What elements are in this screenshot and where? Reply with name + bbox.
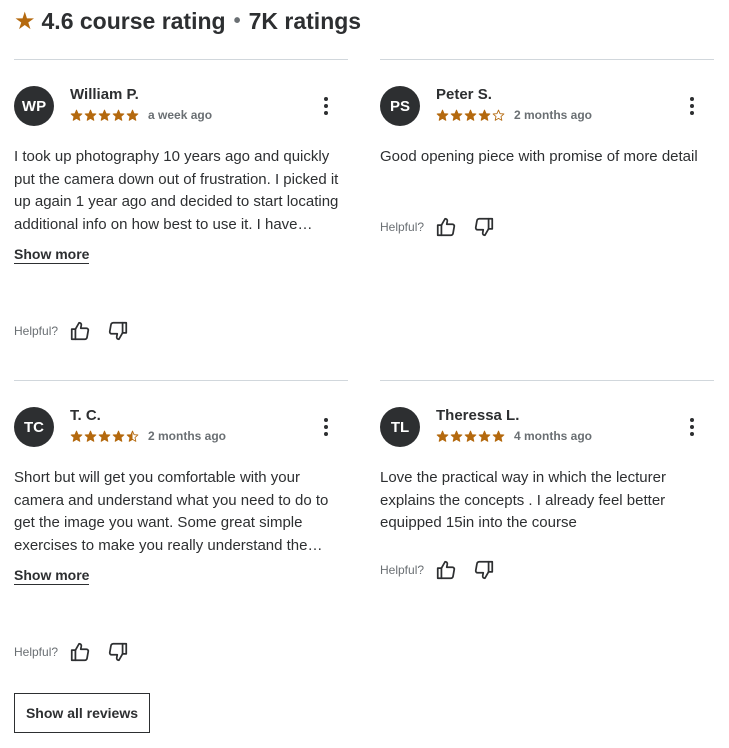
star-icon [478, 109, 491, 121]
more-options-icon[interactable] [682, 96, 702, 116]
reviewer-name: Peter S. [436, 86, 492, 103]
star-rating [436, 430, 506, 443]
thumbs-down-icon[interactable] [106, 640, 130, 664]
course-rating-header: ★ 4.6 course rating • 7K ratings [14, 6, 361, 36]
show-all-reviews-button[interactable]: Show all reviews [14, 693, 150, 733]
show-more-button[interactable]: Show more [14, 246, 90, 265]
review-card: TC T. C. 2 months ago Short but will get… [14, 380, 348, 680]
star-icon [464, 430, 477, 442]
helpful-label: Helpful? [14, 324, 59, 338]
review-date: 2 months ago [514, 108, 593, 122]
more-options-icon[interactable] [316, 96, 336, 116]
review-text: Good opening piece with promise of more … [380, 148, 698, 165]
star-icon [112, 109, 125, 121]
avatar: WP [14, 86, 54, 126]
star-icon [492, 430, 505, 442]
review-card: TL Theressa L. 4 months ago Love the pra… [380, 380, 714, 680]
avatar: TL [380, 407, 420, 447]
avatar: PS [380, 86, 420, 126]
star-icon [70, 109, 83, 121]
star-icon [98, 109, 111, 121]
helpful-label: Helpful? [380, 563, 425, 577]
helpful-row: Helpful? [14, 319, 144, 343]
star-icon [436, 109, 449, 121]
star-icon [126, 109, 139, 121]
star-rating [436, 109, 506, 122]
thumbs-up-icon[interactable] [434, 215, 458, 239]
show-more-button[interactable]: Show more [14, 567, 90, 586]
review-text: I took up photography 10 years ago and q… [14, 148, 339, 233]
thumbs-down-icon[interactable] [472, 558, 496, 582]
star-icon [450, 109, 463, 121]
star-rating [70, 430, 140, 443]
thumbs-down-icon[interactable] [472, 215, 496, 239]
helpful-label: Helpful? [380, 220, 425, 234]
ratings-count: 7K ratings [248, 7, 362, 34]
star-icon [98, 430, 111, 442]
more-options-icon[interactable] [682, 417, 702, 437]
reviewer-name: Theressa L. [436, 407, 520, 424]
thumbs-up-icon[interactable] [434, 558, 458, 582]
more-options-icon[interactable] [316, 417, 336, 437]
star-icon [112, 430, 125, 442]
helpful-row: Helpful? [380, 215, 510, 239]
helpful-label: Helpful? [14, 645, 59, 659]
avatar: TC [14, 407, 54, 447]
review-card: PS Peter S. 2 months ago Good opening pi… [380, 59, 714, 359]
helpful-row: Helpful? [380, 558, 510, 582]
star-icon [464, 109, 477, 121]
star-icon [478, 430, 491, 442]
star-rating [70, 109, 140, 122]
star-icon [84, 109, 97, 121]
separator-dot: • [233, 9, 241, 32]
star-icon [436, 430, 449, 442]
star-icon [84, 430, 97, 442]
star-icon: ★ [14, 7, 36, 35]
course-rating-text: 4.6 course rating [41, 7, 226, 34]
star-icon [492, 109, 505, 121]
thumbs-up-icon[interactable] [68, 640, 92, 664]
thumbs-up-icon[interactable] [68, 319, 92, 343]
review-date: 4 months ago [514, 429, 593, 443]
review-text: Love the practical way in which the lect… [380, 469, 666, 532]
review-card: WP William P. a week ago I took up photo… [14, 59, 348, 359]
star-icon [450, 430, 463, 442]
reviewer-name: T. C. [70, 407, 101, 424]
star-icon [70, 430, 83, 442]
reviewer-name: William P. [70, 86, 139, 103]
review-date: a week ago [148, 108, 213, 122]
review-text: Short but will get you comfortable with … [14, 469, 329, 554]
review-date: 2 months ago [148, 429, 227, 443]
helpful-row: Helpful? [14, 640, 144, 664]
thumbs-down-icon[interactable] [106, 319, 130, 343]
star-icon [126, 430, 139, 442]
